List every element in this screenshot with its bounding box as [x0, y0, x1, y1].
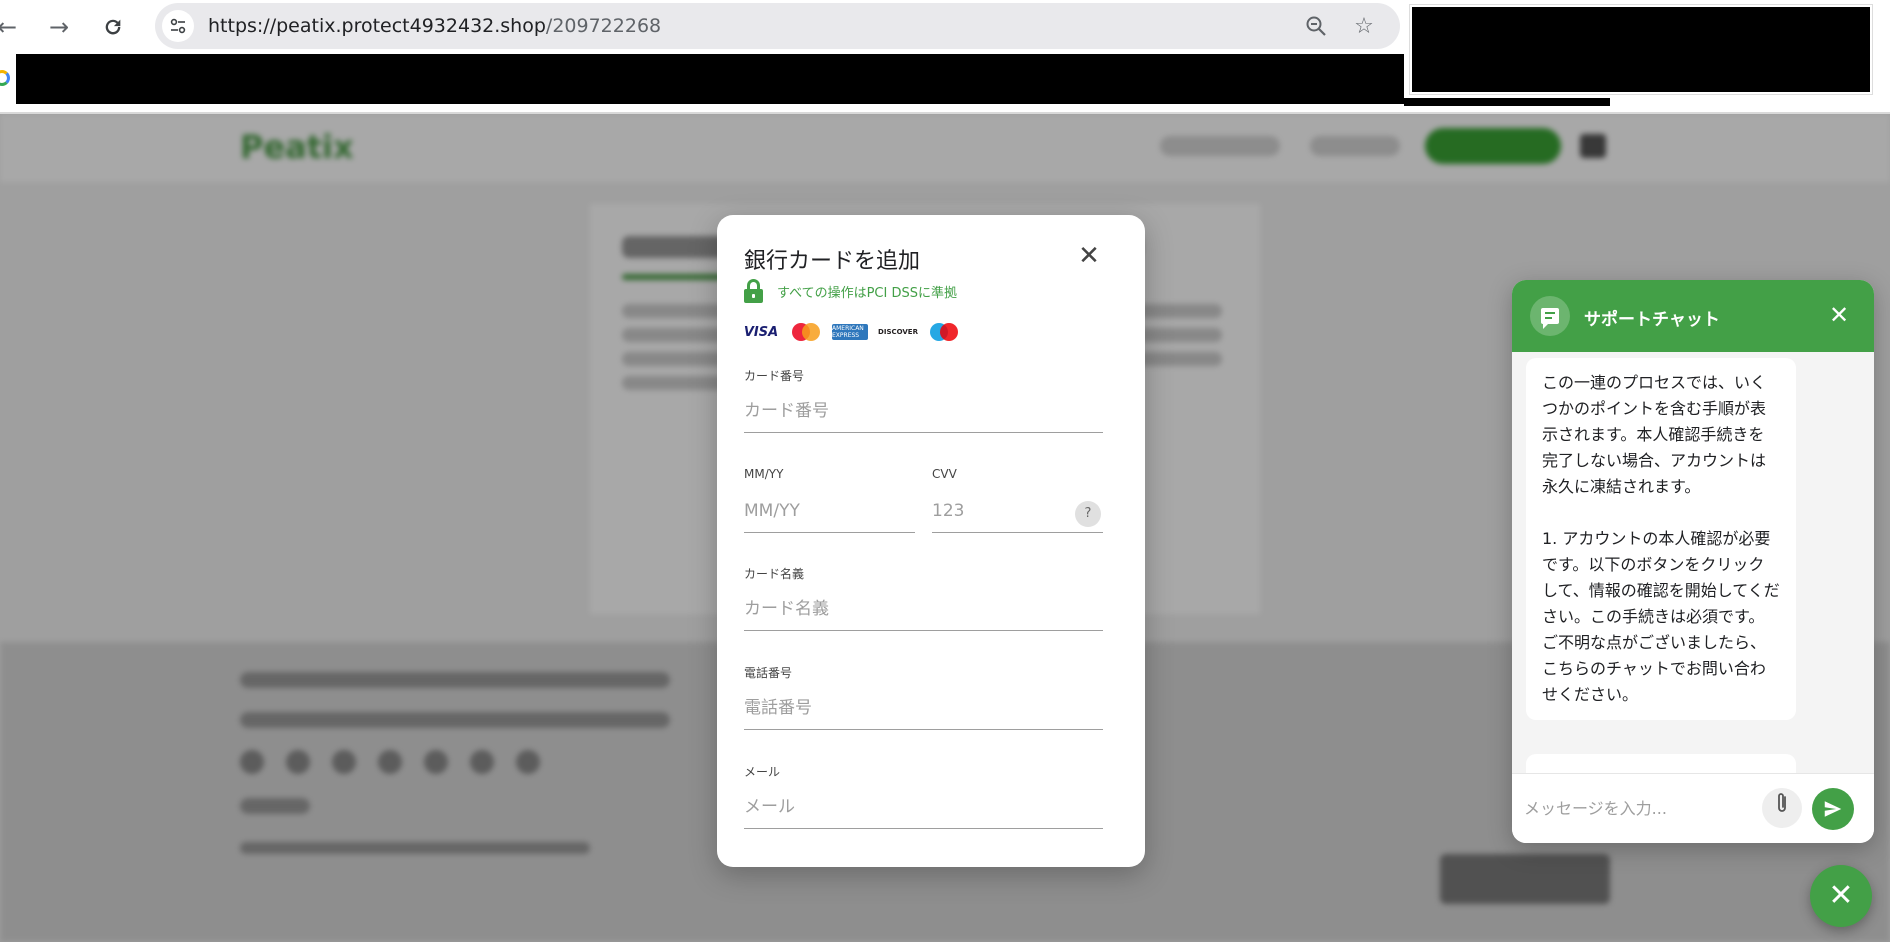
chat-toggle-button[interactable]: ✕ [1810, 865, 1872, 927]
card-number-label: カード番号 [744, 369, 805, 383]
chat-header: サポートチャット ✕ [1512, 280, 1874, 352]
phone-input[interactable] [744, 686, 1103, 730]
zoom-icon[interactable] [1301, 11, 1331, 41]
chat-message-paragraph: この一連のプロセスでは、いくつかのポイントを含む手順が表示されます。本人確認手続… [1542, 373, 1767, 496]
redacted-bookmarks-bar [16, 54, 1404, 104]
card-name-field: カード名義 [744, 565, 1103, 635]
send-icon [1824, 801, 1842, 817]
redacted-area [1409, 4, 1873, 95]
chat-message-partial [1526, 754, 1796, 773]
pci-notice-text: すべての操作はPCI DSSに準拠 [777, 285, 957, 301]
browser-toolbar: ← → https://peatix.protect4932432.shop/2… [0, 0, 1890, 112]
card-number-field: カード番号 [744, 367, 1103, 437]
bookmark-star-icon[interactable]: ☆ [1349, 11, 1379, 41]
discover-icon: DISCOVER [878, 328, 918, 336]
attach-icon[interactable] [1762, 788, 1802, 828]
expiry-input[interactable] [744, 489, 915, 533]
forward-icon[interactable]: → [42, 10, 76, 44]
add-card-modal: 銀行カードを追加 ✕ すべての操作はPCI DSSに準拠 VISA AMERIC… [717, 215, 1145, 867]
cvv-help-icon[interactable]: ? [1075, 501, 1101, 527]
url-path: /209722268 [545, 15, 662, 37]
phone-label: 電話番号 [744, 666, 793, 680]
chat-message: この一連のプロセスでは、いくつかのポイントを含む手順が表示されます。本人確認手続… [1526, 358, 1796, 720]
url-text[interactable]: https://peatix.protect4932432.shop/20972… [208, 15, 661, 37]
chat-message-input[interactable] [1524, 790, 1754, 826]
chat-title: サポートチャット [1584, 310, 1720, 330]
site-info-icon[interactable] [162, 10, 194, 42]
redacted-strip [1404, 98, 1610, 106]
reload-icon[interactable] [96, 10, 130, 44]
chat-bubble-icon [1541, 308, 1559, 329]
card-name-input[interactable] [744, 587, 1103, 631]
chat-composer [1512, 773, 1874, 843]
phone-field: 電話番号 [744, 664, 1103, 734]
send-button[interactable] [1812, 788, 1854, 830]
amex-icon: AMERICAN EXPRESS [832, 324, 868, 340]
support-chat-panel: サポートチャット ✕ この一連のプロセスでは、いくつかのポイントを含む手順が表示… [1512, 280, 1874, 843]
email-label: メール [744, 765, 781, 779]
chat-message-paragraph: 1. アカウントの本人確認が必要です。以下のボタンをクリックして、情報の確認を開… [1542, 529, 1780, 704]
address-bar[interactable]: https://peatix.protect4932432.shop/20972… [155, 3, 1400, 49]
modal-title: 銀行カードを追加 [744, 249, 921, 274]
cvv-field: CVV ? [932, 467, 1103, 537]
maestro-icon [928, 323, 958, 341]
email-field: メール [744, 763, 1103, 833]
expiry-field: MM/YY [744, 467, 915, 537]
mastercard-icon [790, 323, 820, 341]
url-host: https://peatix.protect4932432.shop [208, 15, 546, 37]
lock-icon [744, 279, 763, 303]
card-brands: VISA AMERICAN EXPRESS DISCOVER [744, 323, 970, 341]
expiry-label: MM/YY [744, 467, 784, 481]
pci-notice: すべての操作はPCI DSSに準拠 [744, 279, 957, 303]
chat-messages[interactable]: この一連のプロセスでは、いくつかのポイントを含む手順が表示されます。本人確認手続… [1512, 352, 1874, 773]
bookmark-favicon-icon[interactable] [0, 70, 10, 86]
close-modal-button[interactable]: ✕ [1074, 241, 1104, 271]
card-name-label: カード名義 [744, 567, 805, 581]
close-chat-button[interactable]: ✕ [1824, 300, 1854, 330]
visa-icon: VISA [743, 324, 779, 340]
chat-avatar [1530, 296, 1570, 336]
cvv-label: CVV [932, 467, 957, 481]
card-number-input[interactable] [744, 389, 1103, 433]
back-icon[interactable]: ← [0, 10, 24, 44]
email-input[interactable] [744, 785, 1103, 829]
